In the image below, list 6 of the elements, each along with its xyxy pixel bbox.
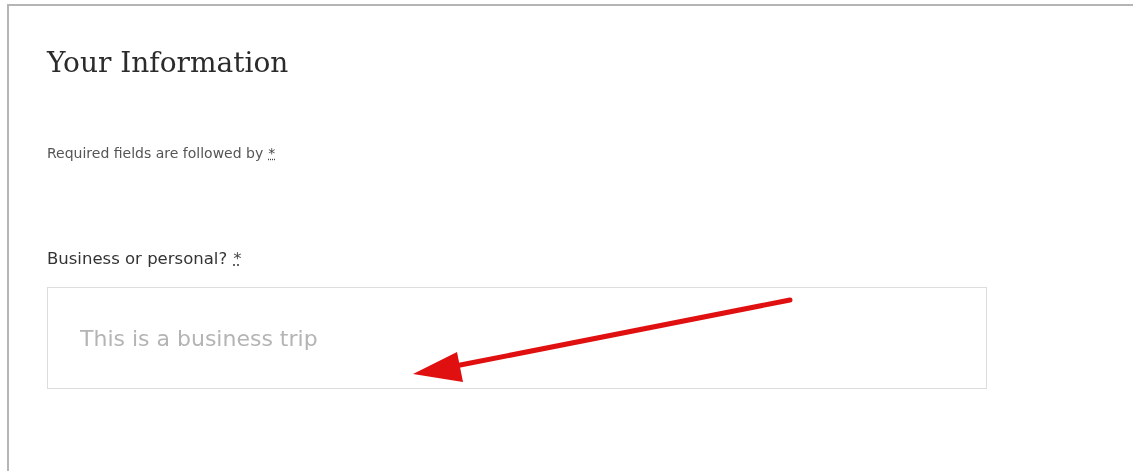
section-heading: Your Information bbox=[47, 46, 290, 79]
trip-type-field[interactable]: This is a business trip bbox=[47, 287, 987, 389]
required-fields-note: Required fields are followed by bbox=[47, 145, 264, 161]
required-mark: * bbox=[233, 249, 242, 268]
required-mark: * bbox=[268, 145, 276, 161]
field-label: Business or personal? bbox=[47, 249, 228, 268]
